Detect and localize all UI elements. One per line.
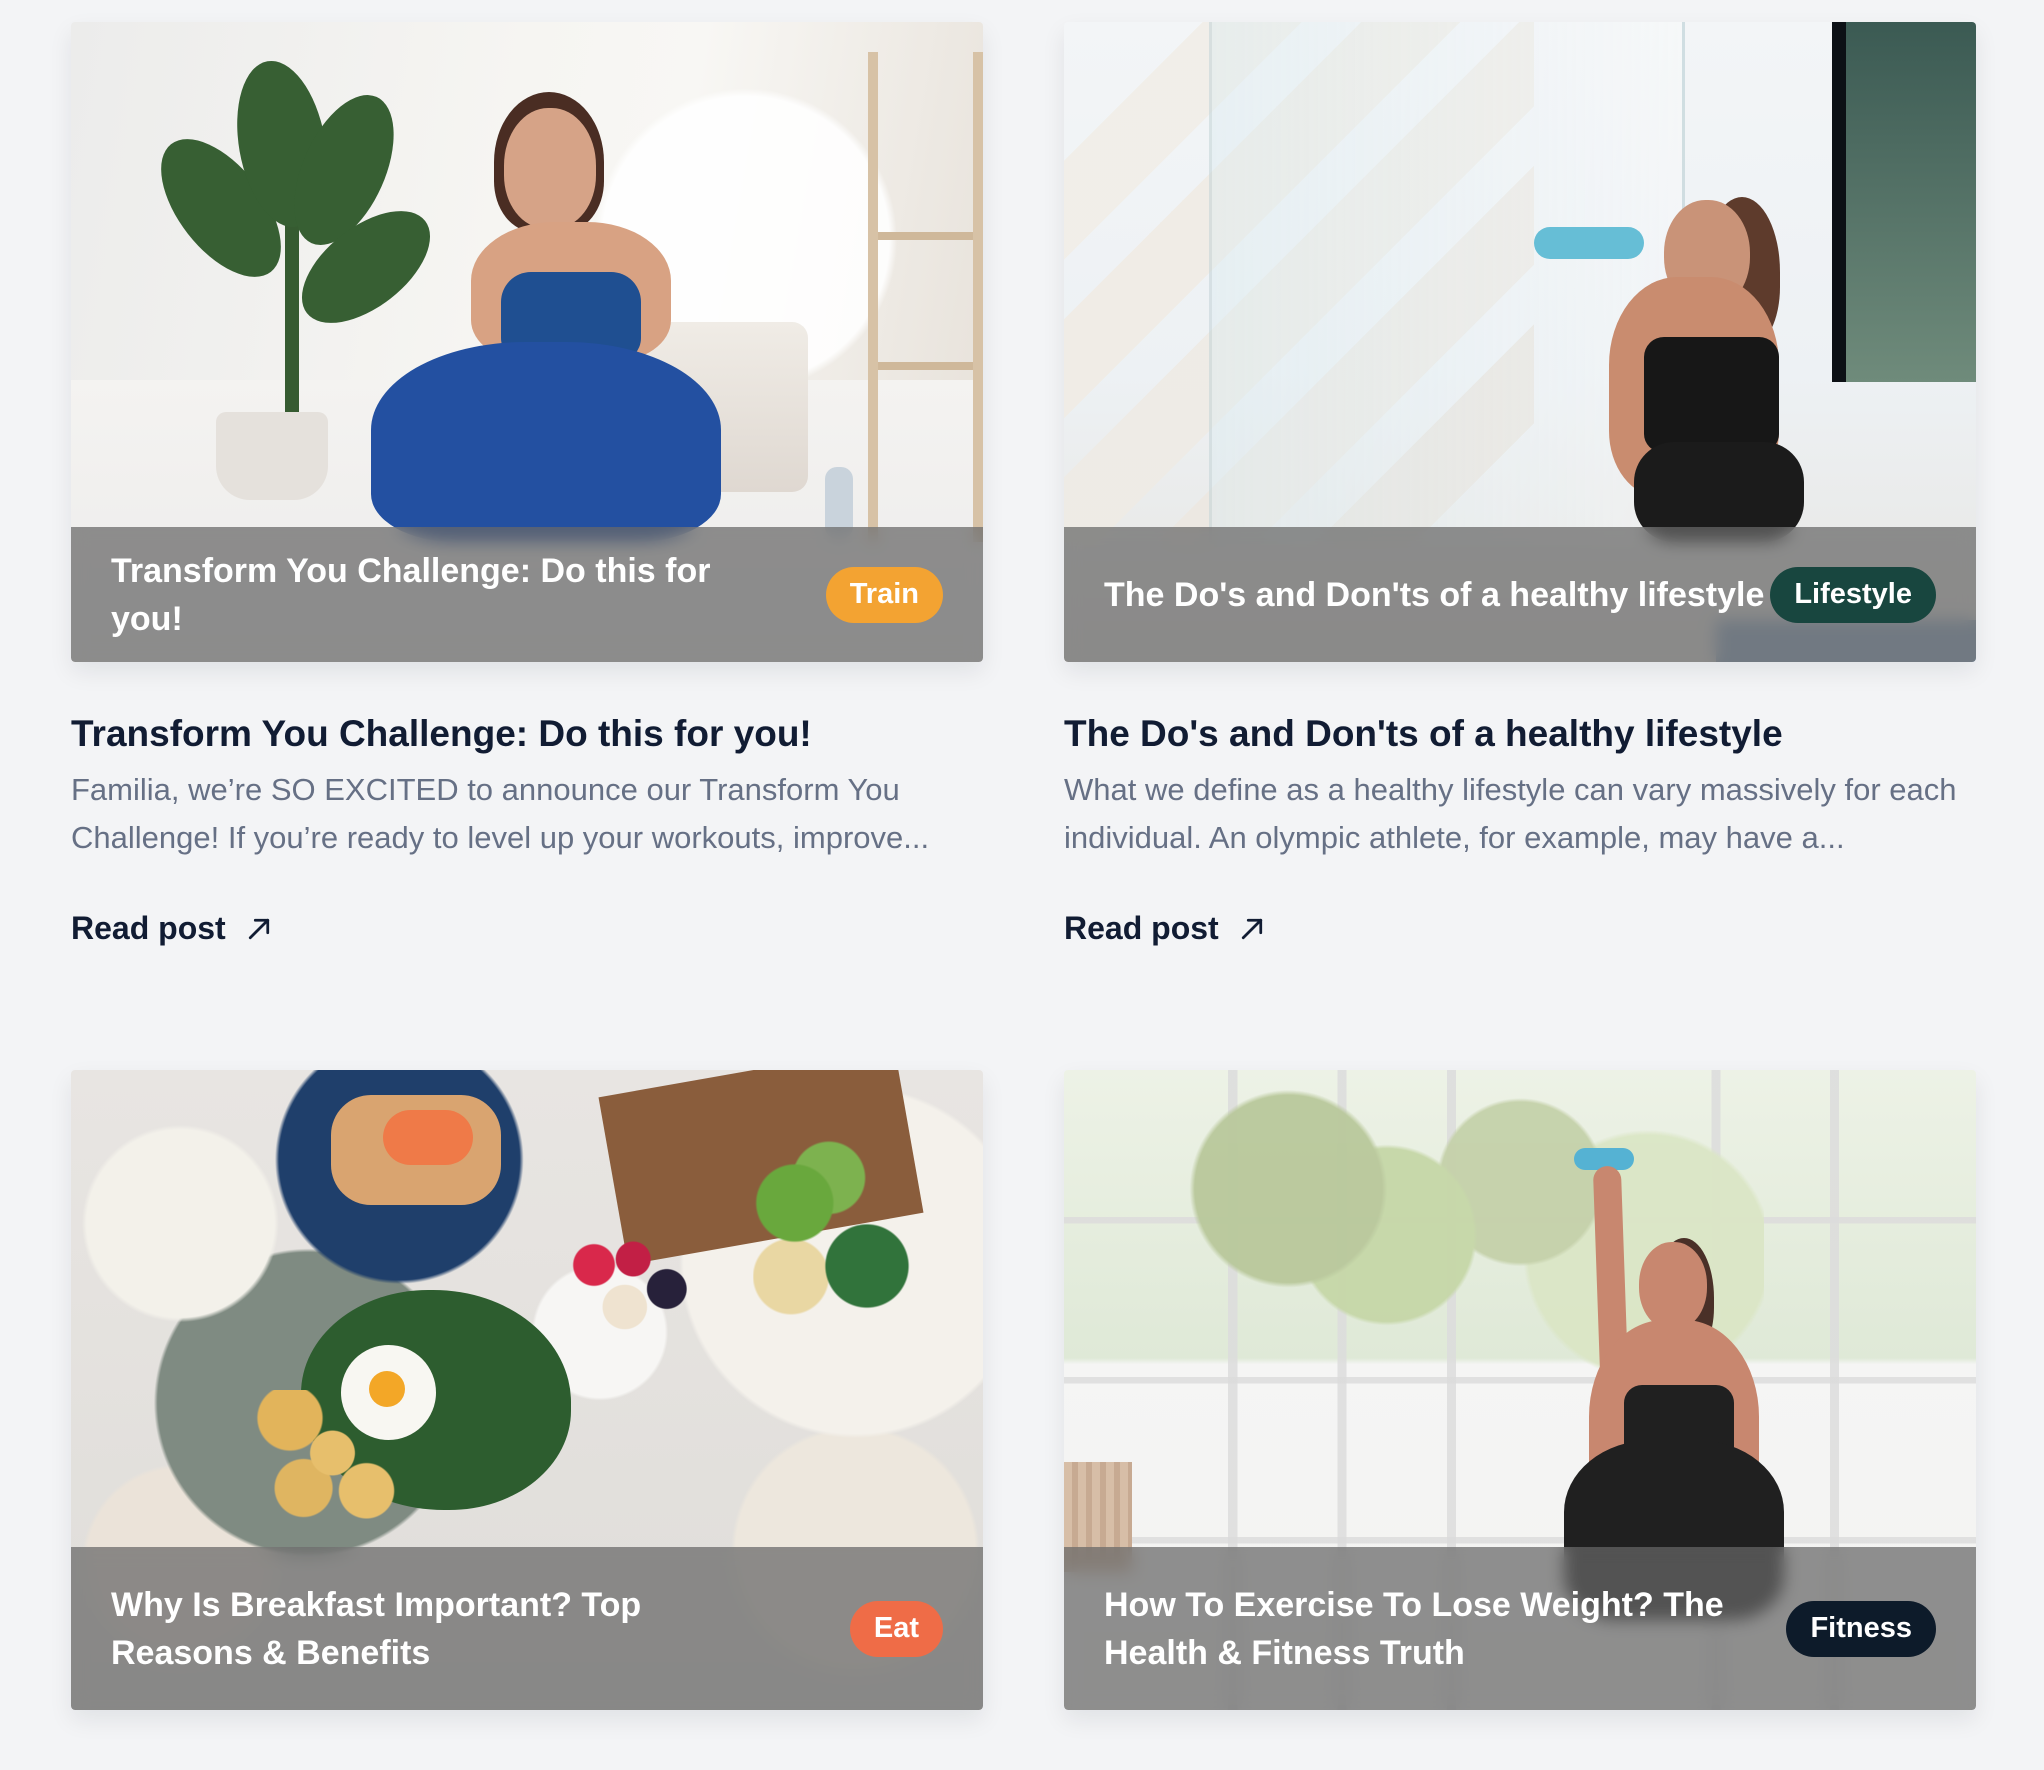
read-post-link[interactable]: Read post [71, 910, 274, 947]
water-bottle [1534, 227, 1644, 259]
post-image-card[interactable]: The Do's and Don'ts of a healthy lifesty… [1064, 22, 1976, 662]
overlay-title: How To Exercise To Lose Weight? The Heal… [1104, 1585, 1724, 1672]
person-head [1639, 1242, 1707, 1330]
post-title[interactable]: Transform You Challenge: Do this for you… [71, 710, 983, 758]
sports-top [1644, 337, 1779, 452]
blog-post-card[interactable]: Why Is Breakfast Important? Top Reasons … [71, 1070, 983, 1770]
glass-railing [1209, 22, 1685, 542]
post-image-card[interactable]: Why Is Breakfast Important? Top Reasons … [71, 1070, 983, 1710]
post-excerpt: What we define as a healthy lifestyle ca… [1064, 772, 1957, 855]
blog-post-card[interactable]: How To Exercise To Lose Weight? The Heal… [1064, 1070, 1976, 1770]
wooden-shelf [868, 52, 983, 542]
window [1832, 22, 1976, 382]
salad-bowl [753, 1140, 943, 1350]
post-title[interactable]: The Do's and Don'ts of a healthy lifesty… [1064, 710, 1976, 758]
arrow-up-right-icon [248, 918, 269, 939]
image-overlay: The Do's and Don'ts of a healthy lifesty… [1064, 527, 1976, 662]
category-tag[interactable]: Lifestyle [1770, 566, 1936, 623]
blog-grid: Transform You Challenge: Do this for you… [71, 22, 1976, 1770]
overlay-title: The Do's and Don'ts of a healthy lifesty… [1104, 575, 1765, 614]
read-post-label: Read post [71, 910, 226, 946]
category-tag[interactable]: Fitness [1786, 1600, 1936, 1657]
salmon-topping [383, 1110, 473, 1165]
overlay-title: Why Is Breakfast Important? Top Reasons … [111, 1585, 642, 1672]
read-post-label: Read post [1064, 910, 1219, 946]
overlay-title: Transform You Challenge: Do this for you… [111, 551, 711, 638]
image-overlay: Why Is Breakfast Important? Top Reasons … [71, 1547, 983, 1710]
potatoes [256, 1390, 426, 1530]
person-head [504, 108, 596, 228]
image-overlay: Transform You Challenge: Do this for you… [71, 527, 983, 662]
plant-pot [216, 412, 328, 500]
arrow-up-right-icon [1241, 918, 1262, 939]
post-excerpt: Familia, we’re SO EXCITED to announce ou… [71, 772, 930, 855]
leggings [371, 342, 721, 542]
category-tag[interactable]: Eat [849, 1600, 943, 1657]
post-image-card[interactable]: Transform You Challenge: Do this for you… [71, 22, 983, 662]
post-image-card[interactable]: How To Exercise To Lose Weight? The Heal… [1064, 1070, 1976, 1710]
yogurt-bowl [566, 1235, 706, 1355]
read-post-link[interactable]: Read post [1064, 910, 1267, 947]
blog-post-card[interactable]: Transform You Challenge: Do this for you… [71, 22, 983, 1070]
category-tag[interactable]: Train [825, 566, 943, 623]
blog-post-card[interactable]: The Do's and Don'ts of a healthy lifesty… [1064, 22, 1976, 1070]
image-overlay: How To Exercise To Lose Weight? The Heal… [1064, 1547, 1976, 1710]
